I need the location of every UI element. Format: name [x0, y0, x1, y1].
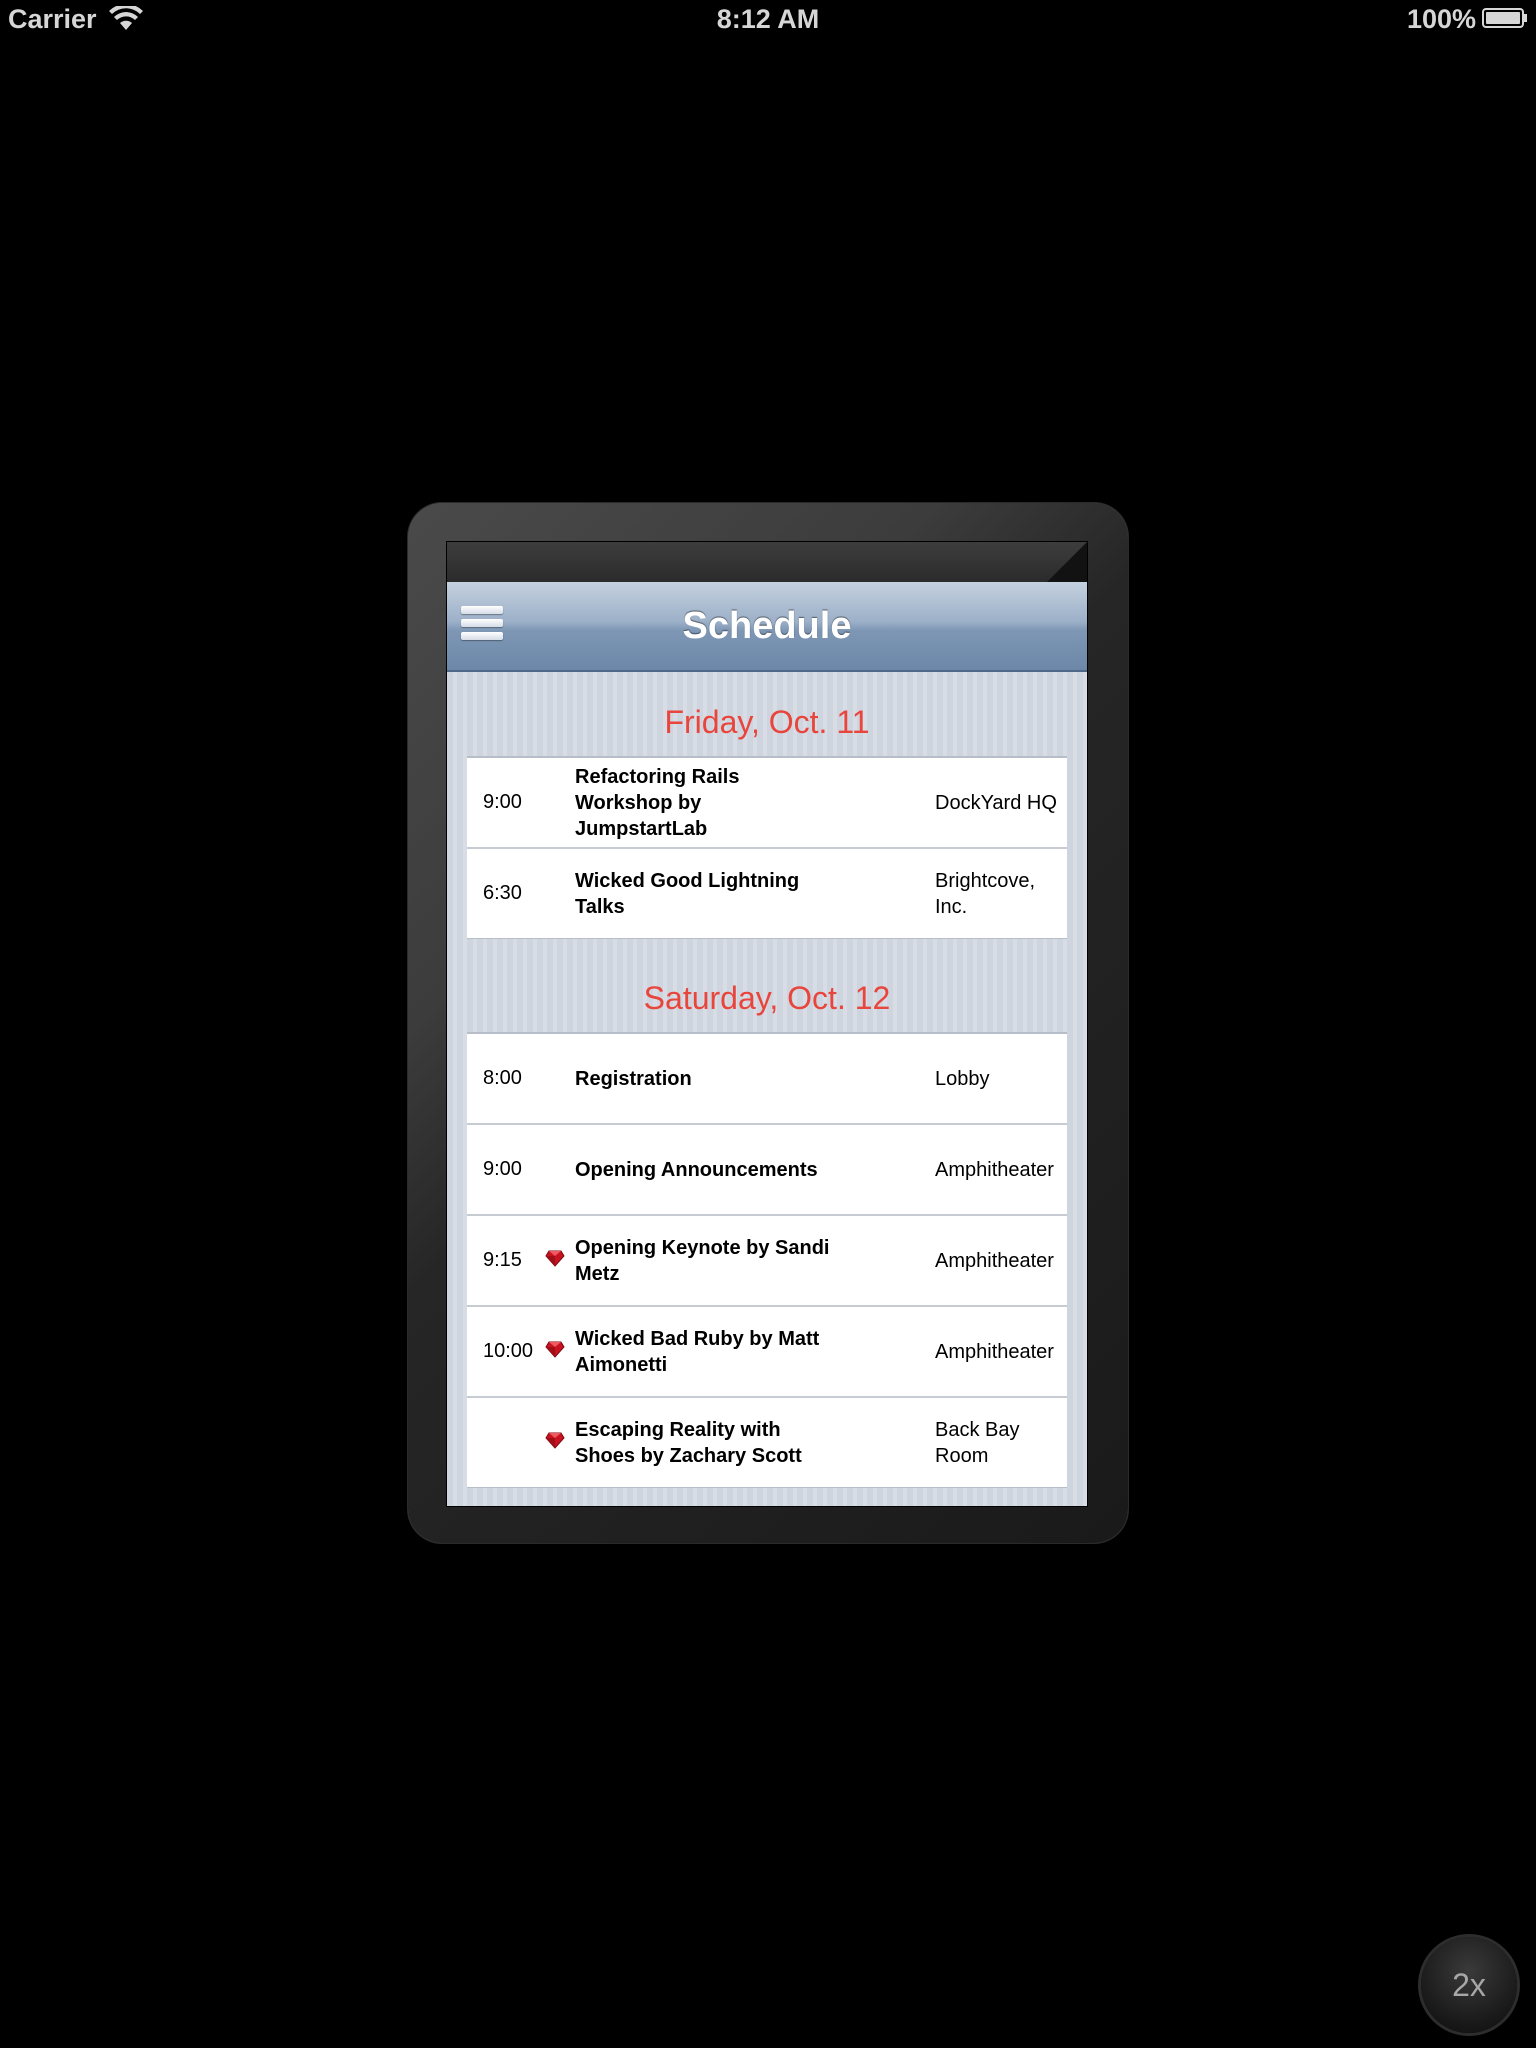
table-row[interactable]: 9:00 Opening Announcements Amphitheater [467, 1125, 1067, 1216]
table-row[interactable]: 10:00 Wicked Bad Ruby by Matt Aimonetti … [467, 1307, 1067, 1398]
screen-corner [1047, 542, 1087, 582]
page-title: Schedule [682, 605, 852, 647]
session-time: 9:15 [483, 1249, 522, 1271]
session-title: Opening Announcements [575, 1158, 818, 1181]
section-group-friday: 9:00 Refactoring Rails Workshop by Jumps… [467, 756, 1067, 938]
table-row[interactable]: 8:00 Registration Lobby [467, 1034, 1067, 1125]
session-title: Wicked Bad Ruby by Matt Aimonetti [575, 1327, 820, 1376]
session-location: Amphitheater [935, 1340, 1054, 1363]
device-frame: Schedule Friday, Oct. 11 9:00 Refactorin… [408, 503, 1128, 1543]
session-title: Registration [575, 1067, 692, 1090]
session-location: Amphitheater [935, 1158, 1054, 1181]
session-location: Lobby [935, 1067, 990, 1090]
status-time: 8:12 AM [716, 4, 820, 34]
section-group-saturday: 8:00 Registration Lobby 9:00 Opening Ann… [467, 1032, 1067, 1487]
session-title: Refactoring Rails Workshop by JumpstartL… [575, 765, 740, 840]
ruby-icon [545, 1341, 565, 1358]
section-header-friday: Friday, Oct. 11 [664, 704, 870, 740]
section-header-saturday: Saturday, Oct. 12 [643, 980, 891, 1016]
session-title: Wicked Good Lightning Talks [575, 869, 800, 918]
ruby-icon [545, 1250, 565, 1267]
session-location: Brightcove, Inc. [935, 869, 1036, 918]
session-time: 10:00 [483, 1340, 534, 1362]
hamburger-menu-icon[interactable] [461, 604, 505, 644]
screen-top-strip [447, 542, 1087, 583]
session-location: Amphitheater [935, 1249, 1054, 1272]
battery-icon [1482, 8, 1527, 28]
navigation-bar: Schedule [447, 582, 1087, 672]
session-location: DockYard HQ [935, 791, 1057, 814]
session-title: Escaping Reality with Shoes by Zachary S… [575, 1418, 802, 1467]
zoom-2x-button[interactable]: 2x [1421, 1937, 1517, 2033]
battery-percent: 100% [1406, 4, 1476, 34]
session-location: Back Bay Room [935, 1418, 1020, 1467]
table-row[interactable]: Escaping Reality with Shoes by Zachary S… [467, 1398, 1067, 1487]
table-row[interactable]: 6:30 Wicked Good Lightning Talks Brightc… [467, 849, 1067, 938]
table-row[interactable]: 9:00 Refactoring Rails Workshop by Jumps… [467, 758, 1067, 849]
schedule-list[interactable]: Friday, Oct. 11 9:00 Refactoring Rails W… [447, 672, 1087, 1506]
session-time: 8:00 [483, 1067, 522, 1089]
ruby-icon [545, 1432, 565, 1449]
status-bar: Carrier 8:12 AM 100% [0, 0, 1536, 40]
session-time: 9:00 [483, 1158, 522, 1180]
session-time: 9:00 [483, 791, 522, 813]
session-time: 6:30 [483, 882, 522, 904]
device-screen: Schedule Friday, Oct. 11 9:00 Refactorin… [446, 541, 1088, 1507]
session-title: Opening Keynote by Sandi Metz [575, 1236, 830, 1285]
table-row[interactable]: 9:15 Opening Keynote by Sandi Metz Amphi… [467, 1216, 1067, 1307]
